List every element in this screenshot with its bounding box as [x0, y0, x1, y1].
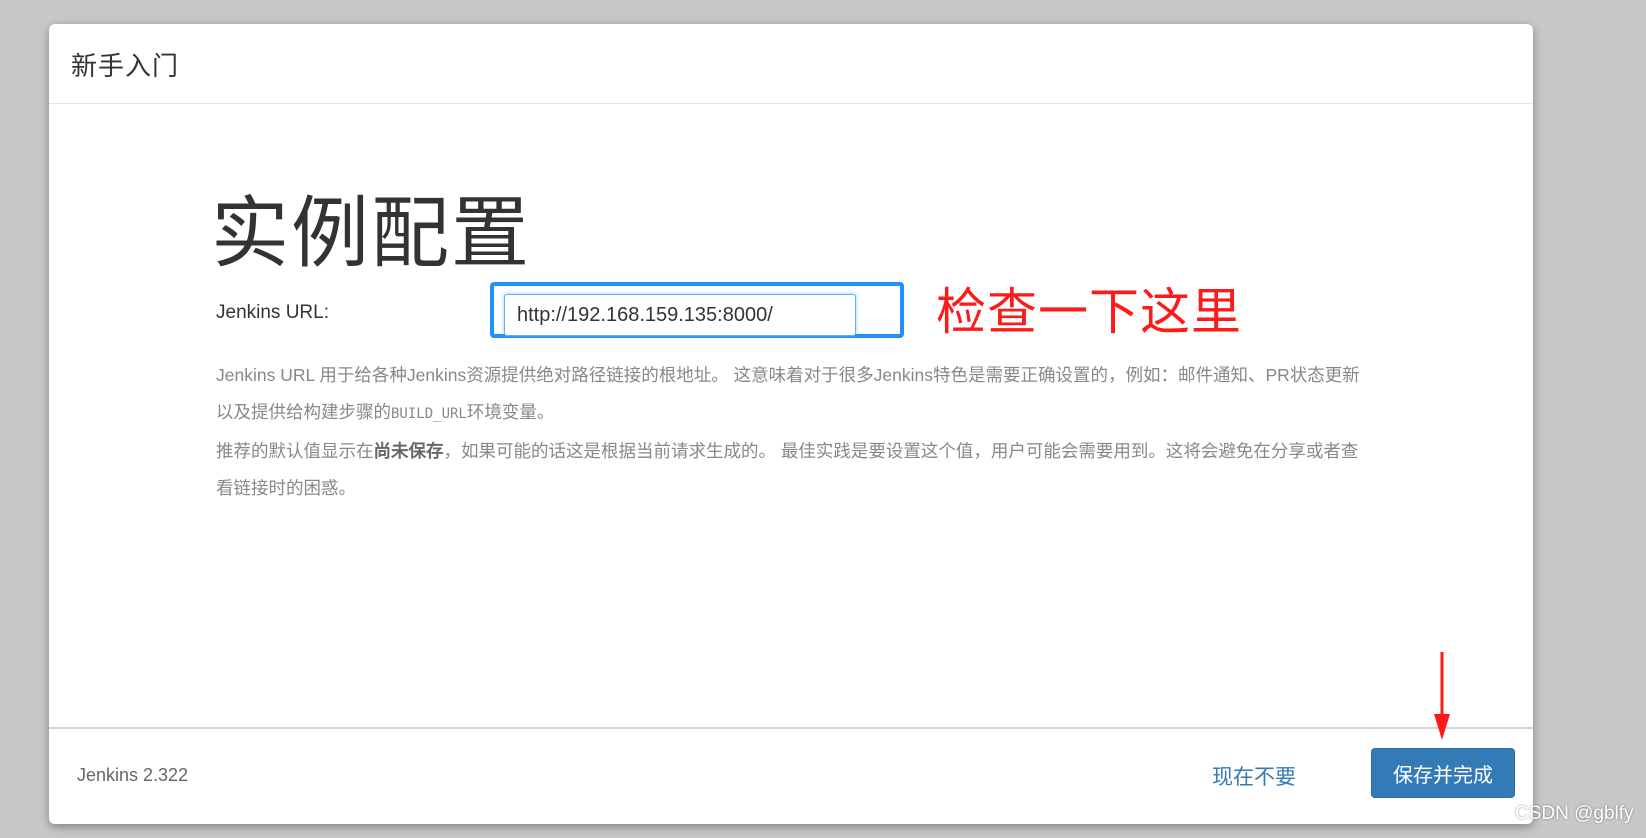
annotation-arrow-icon	[1434, 652, 1450, 740]
build-url-code: BUILD_URL	[391, 406, 467, 422]
dialog-footer: Jenkins 2.322 现在不要 保存并完成	[49, 727, 1533, 824]
jenkins-url-input[interactable]	[504, 294, 856, 336]
jenkins-url-label: Jenkins URL:	[216, 302, 329, 323]
not-now-link[interactable]: 现在不要	[1212, 761, 1296, 791]
dialog-header: 新手入门	[49, 24, 1533, 104]
help-text: Jenkins URL 用于给各种Jenkins资源提供绝对路径链接的根地址。 …	[216, 357, 1366, 507]
dialog-title: 新手入门	[71, 51, 180, 81]
help-text-segment: 环境变量。	[466, 402, 555, 422]
help-paragraph-1: Jenkins URL 用于给各种Jenkins资源提供绝对路径链接的根地址。 …	[216, 357, 1366, 433]
jenkins-version: Jenkins 2.322	[77, 765, 189, 785]
help-text-segment: 推荐的默认值显示在	[216, 441, 374, 461]
watermark: CSDN @gblfy	[1515, 803, 1634, 824]
setup-wizard-dialog: 新手入门 实例配置 Jenkins URL: 检查一下这里 Jenkins UR…	[49, 24, 1533, 824]
help-text-segment: Jenkins URL 用于给各种Jenkins资源提供绝对路径链接的根地址。 …	[216, 365, 1360, 422]
page-heading: 实例配置	[211, 189, 532, 277]
annotation-text: 检查一下这里	[936, 284, 1242, 340]
not-saved-emphasis: 尚未保存	[373, 441, 444, 461]
help-paragraph-2: 推荐的默认值显示在尚未保存，如果可能的话这是根据当前请求生成的。 最佳实践是要设…	[216, 433, 1366, 507]
save-and-finish-button[interactable]: 保存并完成	[1371, 748, 1515, 798]
